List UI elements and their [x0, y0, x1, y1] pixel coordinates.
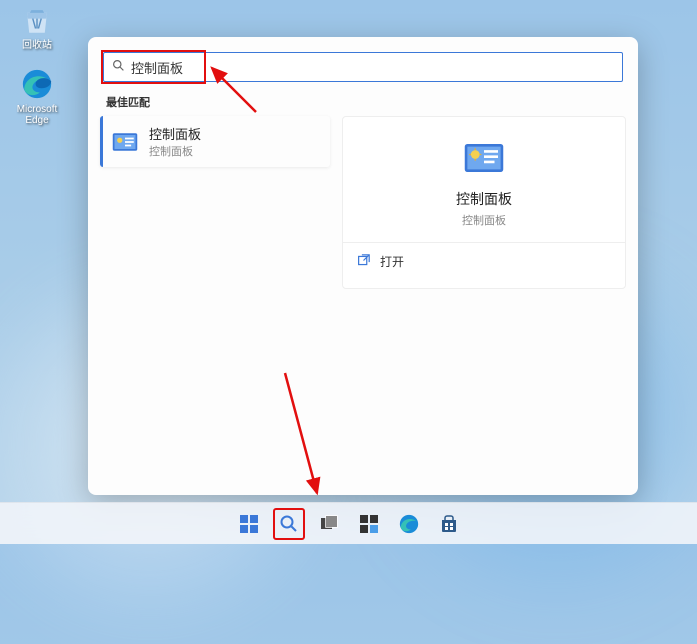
- preview-title: 控制面板: [343, 189, 625, 209]
- taskbar-store-button[interactable]: [433, 508, 465, 540]
- taskbar-search-button[interactable]: [273, 508, 305, 540]
- widgets-button[interactable]: [353, 508, 385, 540]
- edge-icon: [19, 66, 55, 102]
- search-panel: 全部 应用 文档 设置 更多 最佳匹配 控制面板 控制面板: [88, 37, 638, 495]
- preview-card: 控制面板 控制面板 打开: [342, 116, 626, 289]
- edge-shortcut[interactable]: Microsoft Edge: [6, 66, 68, 126]
- preview-control-panel-icon: [463, 137, 505, 179]
- preview-subtitle: 控制面板: [343, 212, 625, 228]
- taskbar-edge-button[interactable]: [393, 508, 425, 540]
- result-title: 控制面板: [149, 124, 201, 143]
- control-panel-icon: [111, 128, 139, 156]
- recycle-bin-label: 回收站: [6, 40, 68, 51]
- open-icon: [357, 254, 370, 270]
- start-button[interactable]: [233, 508, 265, 540]
- search-icon: [112, 59, 125, 75]
- recycle-bin-shortcut[interactable]: 回收站: [6, 2, 68, 51]
- search-input[interactable]: [131, 60, 614, 75]
- result-control-panel[interactable]: 控制面板 控制面板: [100, 116, 330, 167]
- recycle-bin-icon: [19, 2, 55, 38]
- result-subtitle: 控制面板: [149, 143, 201, 159]
- edge-label: Microsoft Edge: [6, 104, 68, 126]
- taskbar: [0, 502, 697, 544]
- search-box[interactable]: [103, 52, 623, 82]
- best-match-label: 最佳匹配: [106, 94, 620, 110]
- results-list: 控制面板 控制面板: [100, 116, 330, 289]
- task-view-button[interactable]: [313, 508, 345, 540]
- open-label: 打开: [380, 253, 404, 270]
- open-action[interactable]: 打开: [343, 243, 625, 280]
